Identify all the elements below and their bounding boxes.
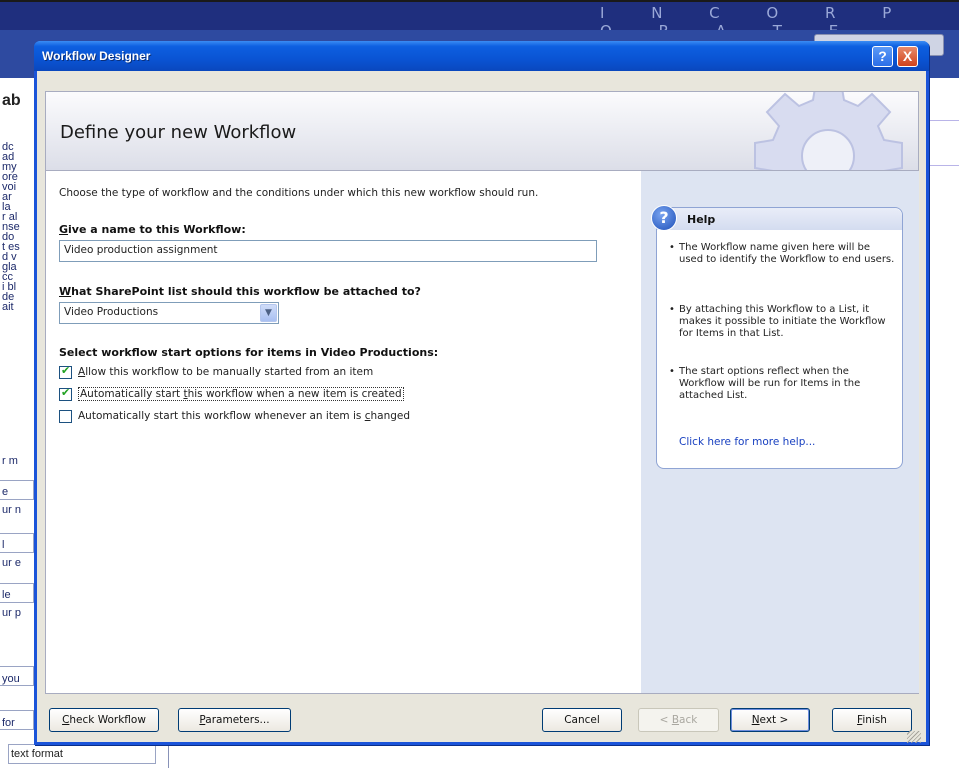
- name-label-text: ive a name to this Workflow:: [68, 223, 246, 236]
- page-fragment: ur n: [2, 504, 21, 516]
- workflow-designer-dialog: Workflow Designer ? X Define your new Wo…: [34, 41, 929, 745]
- close-button[interactable]: X: [897, 46, 918, 67]
- page-fragment: you: [2, 673, 20, 685]
- list-select-value: Video Productions: [64, 306, 159, 318]
- help-bullet: The Workflow name given here will be use…: [669, 242, 895, 266]
- option-text: Automatically start this workflow whenev…: [78, 410, 365, 422]
- button-label: ext >: [759, 714, 789, 726]
- page-left-content: ab dc ad my ore voi ar la r al nse do t …: [0, 78, 34, 768]
- page-fragment: ait: [2, 301, 14, 313]
- option-label: Automatically start this workflow when a…: [78, 387, 404, 401]
- help-header: ? Help: [651, 205, 902, 231]
- help-bullet: The start options reflect when the Workf…: [669, 366, 895, 402]
- button-accel: B: [671, 714, 680, 726]
- page-fragment: e: [2, 486, 9, 498]
- text-format-field[interactable]: text format: [8, 744, 156, 764]
- chevron-down-icon[interactable]: ▼: [260, 304, 277, 322]
- gear-icon: [754, 92, 903, 170]
- button-accel: N: [751, 714, 760, 726]
- option-text: Automatically start: [80, 388, 184, 400]
- dialog-titlebar[interactable]: Workflow Designer ? X: [34, 41, 929, 71]
- workflow-name-input[interactable]: Video production assignment: [59, 240, 597, 262]
- help-box: ? Help The Workflow name given here will…: [651, 205, 903, 469]
- name-label: Give a name to this Workflow:: [59, 223, 246, 236]
- cancel-button[interactable]: Cancel: [542, 708, 622, 732]
- page-fragment: r m: [2, 455, 18, 467]
- button-label: heck Workflow: [69, 714, 146, 726]
- option-text: hanged: [370, 410, 411, 422]
- help-bullet: By attaching this Workflow to a List, it…: [669, 304, 895, 340]
- wizard-footer: Check Workflow Parameters... Cancel < Ba…: [45, 694, 919, 736]
- wizard-content: Choose the type of workflow and the cond…: [45, 171, 919, 694]
- back-button[interactable]: < Back: [638, 708, 719, 732]
- list-label-text: hat SharePoint list should this workflow…: [71, 285, 421, 298]
- button-label: arameters...: [205, 714, 270, 726]
- option-label: Allow this workflow to be manually start…: [78, 366, 373, 378]
- page-fragment: ur p: [2, 607, 21, 619]
- help-title: Help: [687, 213, 716, 226]
- help-title-button[interactable]: ?: [872, 46, 893, 67]
- finish-button[interactable]: Finish: [832, 708, 912, 732]
- list-label: What SharePoint list should this workflo…: [59, 285, 421, 298]
- option-label: Automatically start this workflow whenev…: [78, 410, 410, 422]
- dialog-title: Workflow Designer: [42, 49, 151, 63]
- next-button[interactable]: Next >: [730, 708, 810, 732]
- option-manual-start[interactable]: Allow this workflow to be manually start…: [59, 364, 373, 380]
- start-options-label: Select workflow start options for items …: [59, 346, 439, 359]
- more-help-link[interactable]: Click here for more help...: [679, 436, 815, 448]
- page-banner: I N C O R P O R A T E: [0, 0, 959, 40]
- option-start-on-change[interactable]: Automatically start this workflow whenev…: [59, 408, 410, 424]
- button-label: inish: [862, 714, 887, 726]
- button-label: ack: [679, 714, 698, 726]
- name-label-accel: G: [59, 223, 69, 236]
- option-text: his workflow when a new item is created: [187, 388, 402, 400]
- checkbox-manual-start[interactable]: [59, 364, 72, 379]
- list-select[interactable]: Video Productions ▼: [59, 302, 279, 324]
- checkbox-start-on-change[interactable]: [59, 409, 72, 423]
- checkbox-start-on-create[interactable]: [59, 386, 72, 401]
- wizard-header: Define your new Workflow: [45, 91, 919, 171]
- page-fragment: l: [2, 539, 5, 551]
- option-text: llow this workflow to be manually starte…: [85, 366, 374, 378]
- option-start-on-create[interactable]: Automatically start this workflow when a…: [59, 386, 404, 402]
- button-label: <: [659, 714, 672, 726]
- page-fragment: for: [2, 717, 15, 729]
- intro-text: Choose the type of workflow and the cond…: [59, 187, 539, 199]
- page-fragment: le: [2, 589, 11, 601]
- resize-grip-icon[interactable]: [907, 731, 921, 743]
- page-field-box[interactable]: [0, 533, 34, 553]
- help-icon: ?: [651, 205, 677, 231]
- parameters-button[interactable]: Parameters...: [178, 708, 291, 732]
- page-divider-lines: [930, 120, 959, 166]
- page-fragment: ab: [2, 92, 21, 109]
- list-label-accel: W: [59, 285, 72, 298]
- page-heading: Define your new Workflow: [60, 122, 297, 143]
- check-workflow-button[interactable]: Check Workflow: [49, 708, 159, 732]
- page-fragment: ur e: [2, 557, 21, 569]
